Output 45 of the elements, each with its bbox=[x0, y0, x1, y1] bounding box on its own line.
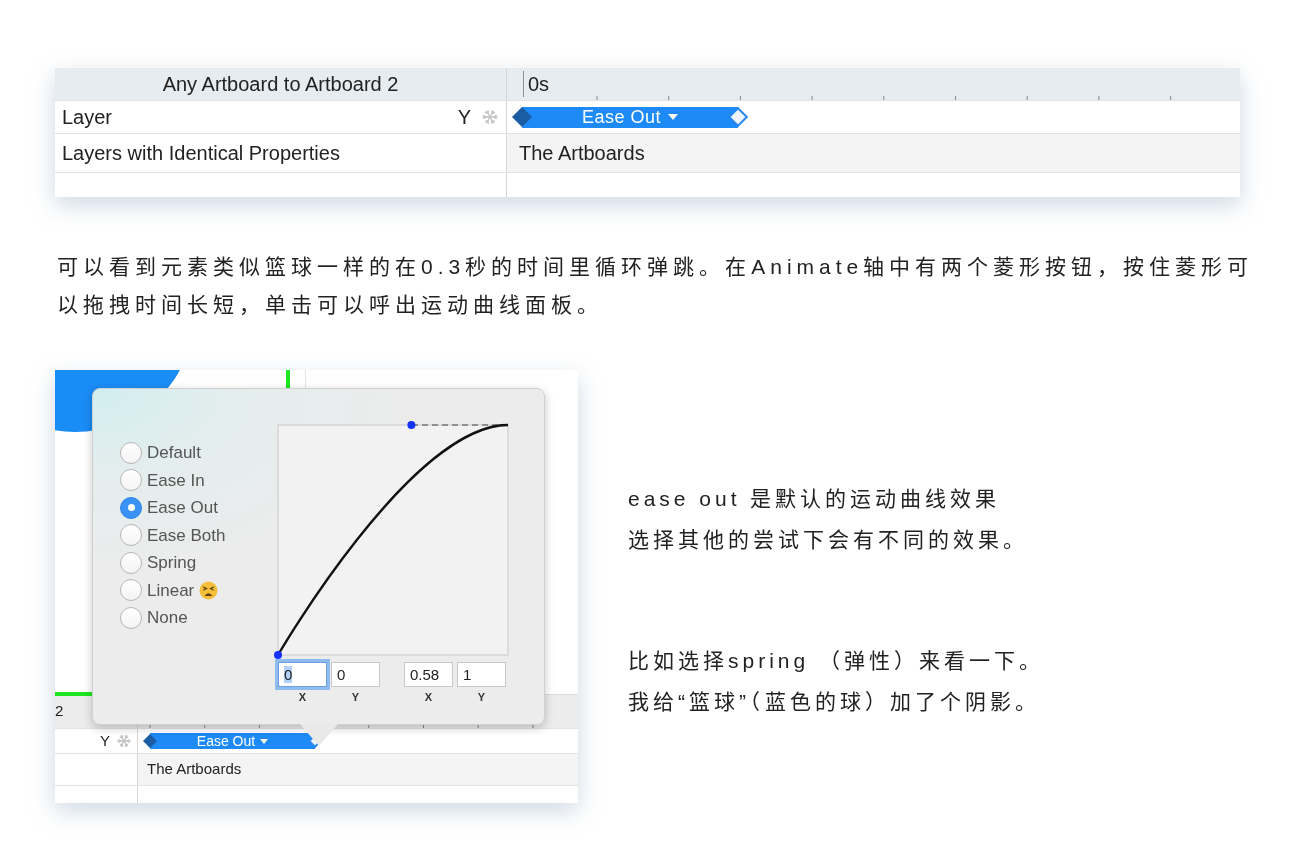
layer-name: Layers with Identical Properties bbox=[61, 141, 340, 166]
radio-option[interactable]: None bbox=[120, 604, 273, 632]
radio-button[interactable] bbox=[120, 496, 142, 519]
input-field[interactable]: 0 bbox=[331, 662, 380, 687]
radio-button[interactable] bbox=[120, 579, 142, 602]
curve-dropdown-button[interactable]: Ease Out bbox=[522, 106, 738, 128]
curve-dropdown-button[interactable]: Ease Out bbox=[150, 733, 315, 749]
radio-option[interactable]: Ease Both bbox=[120, 521, 273, 549]
snowflake-icon bbox=[117, 734, 131, 748]
note-paragraph: 比如选择spring （弹性）来看一下。 我给“篮球”（蓝色的球）加了个阴影。 bbox=[628, 648, 1045, 715]
control-point-handle[interactable] bbox=[274, 651, 282, 659]
radio-option[interactable]: Linear bbox=[120, 576, 273, 604]
timeline-title: Any Artboard to Artboard 2 bbox=[162, 72, 399, 97]
radio-option[interactable]: Ease In bbox=[120, 466, 273, 494]
keyframe-handle[interactable] bbox=[728, 107, 748, 127]
target-label: The Artboards bbox=[519, 141, 645, 166]
property-label: Y bbox=[100, 730, 110, 751]
axis-label: X bbox=[298, 691, 307, 703]
timeline-title: 2 bbox=[55, 701, 64, 722]
axis-label: Y bbox=[477, 691, 486, 703]
intro-paragraph: 可以看到元素类似篮球一样的在0.3秒的时间里循环弹跳。在Animate轴中有两个菱形按钮，按住菱形可以拖拽时间长短，单击可以呼出运动曲线面板。 bbox=[57, 254, 1255, 318]
axis-label: Y bbox=[351, 691, 360, 703]
radio-option[interactable]: Default bbox=[120, 439, 273, 467]
caret-icon bbox=[668, 114, 678, 120]
input-field[interactable]: 1 bbox=[457, 662, 506, 687]
radio-option[interactable]: Ease Out bbox=[120, 494, 273, 522]
target-label: The Artboards bbox=[147, 759, 242, 780]
control-point-handle[interactable] bbox=[407, 421, 416, 429]
caret-icon bbox=[260, 738, 269, 744]
keyframe-handle[interactable] bbox=[143, 734, 157, 748]
snowflake-icon bbox=[482, 109, 498, 125]
note-paragraph: ease out 是默认的运动曲线效果 选择其他的尝试下会有不同的效果。 bbox=[628, 486, 1029, 553]
radio-option[interactable]: Spring bbox=[120, 549, 273, 577]
radio-button[interactable] bbox=[120, 551, 142, 574]
axis-label: X bbox=[424, 691, 433, 703]
layer-name: Layer bbox=[61, 105, 113, 130]
input-field[interactable]: 0.58 bbox=[404, 662, 453, 687]
radio-button[interactable] bbox=[120, 469, 142, 492]
keyframe-handle[interactable] bbox=[512, 107, 532, 127]
radio-button[interactable] bbox=[120, 441, 142, 464]
time-label: 0s bbox=[528, 72, 550, 97]
radio-button[interactable] bbox=[120, 524, 142, 547]
property-label: Y bbox=[457, 105, 471, 130]
input-field[interactable]: 0 bbox=[278, 662, 327, 687]
radio-button[interactable] bbox=[120, 606, 142, 629]
